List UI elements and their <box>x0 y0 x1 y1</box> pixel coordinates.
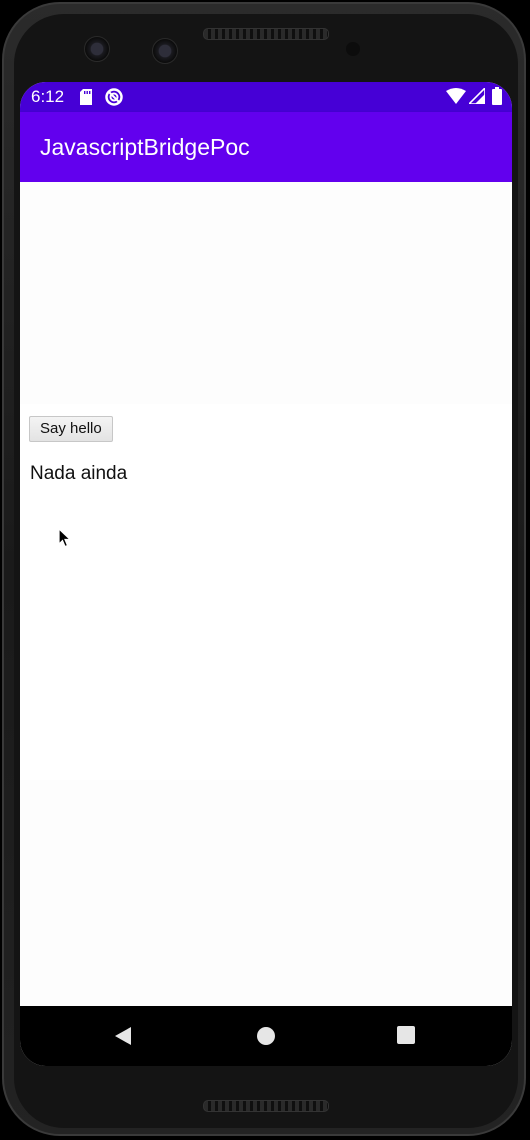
status-time: 6:12 <box>31 87 65 106</box>
do-not-disturb-icon <box>105 88 123 106</box>
navigation-bar <box>20 1006 512 1066</box>
say-hello-button[interactable]: Say hello <box>29 416 113 442</box>
earpiece-speaker <box>203 28 329 40</box>
webview: Say hello Nada ainda <box>20 404 512 780</box>
signal-icon <box>469 88 485 104</box>
back-icon[interactable] <box>114 1026 132 1046</box>
sd-card-icon <box>80 89 92 105</box>
result-text: Nada ainda <box>30 463 128 484</box>
front-camera-secondary-icon <box>152 38 178 64</box>
battery-icon <box>492 87 502 105</box>
home-icon[interactable] <box>256 1026 276 1046</box>
mouse-cursor-icon <box>58 528 72 548</box>
app-title: JavascriptBridgePoc <box>40 134 250 160</box>
content-area: Say hello Nada ainda <box>20 182 512 1006</box>
proximity-sensor <box>346 42 360 56</box>
status-bar: 6:12 <box>20 82 512 112</box>
app-toolbar: JavascriptBridgePoc <box>20 112 512 182</box>
front-camera-icon <box>84 36 110 62</box>
recents-icon[interactable] <box>397 1026 415 1044</box>
bottom-speaker <box>203 1100 329 1112</box>
phone-device: 6:12 JavascriptBridgePoc Say hello Nada … <box>0 0 530 1140</box>
wifi-icon <box>446 88 466 104</box>
phone-screen: 6:12 JavascriptBridgePoc Say hello Nada … <box>20 82 512 1066</box>
